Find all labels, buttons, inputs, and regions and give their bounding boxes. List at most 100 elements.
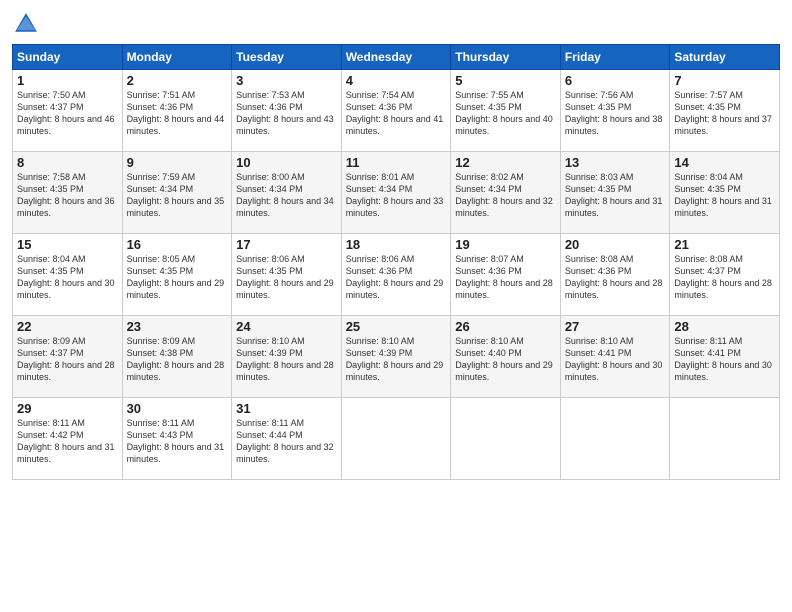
day-info: Sunrise: 8:06 AM Sunset: 4:35 PM Dayligh… — [236, 253, 337, 302]
calendar-cell: 13 Sunrise: 8:03 AM Sunset: 4:35 PM Dayl… — [560, 152, 670, 234]
sunrise-label: Sunrise: 8:07 AM — [455, 254, 524, 264]
header-row — [12, 10, 780, 38]
sunrise-label: Sunrise: 8:06 AM — [346, 254, 415, 264]
day-number: 18 — [346, 237, 447, 252]
sunrise-label: Sunrise: 7:55 AM — [455, 90, 524, 100]
calendar-header-thursday: Thursday — [451, 45, 561, 70]
day-info: Sunrise: 8:04 AM Sunset: 4:35 PM Dayligh… — [674, 171, 775, 220]
calendar-header-sunday: Sunday — [13, 45, 123, 70]
day-info: Sunrise: 8:07 AM Sunset: 4:36 PM Dayligh… — [455, 253, 556, 302]
daylight-label: Daylight: 8 hours and 30 minutes. — [17, 278, 115, 300]
sunset-label: Sunset: 4:35 PM — [565, 184, 632, 194]
sunset-label: Sunset: 4:36 PM — [127, 102, 194, 112]
calendar-header-saturday: Saturday — [670, 45, 780, 70]
sunset-label: Sunset: 4:39 PM — [236, 348, 303, 358]
calendar-header-wednesday: Wednesday — [341, 45, 451, 70]
day-info: Sunrise: 7:50 AM Sunset: 4:37 PM Dayligh… — [17, 89, 118, 138]
day-number: 26 — [455, 319, 556, 334]
calendar-week-row: 1 Sunrise: 7:50 AM Sunset: 4:37 PM Dayli… — [13, 70, 780, 152]
day-number: 3 — [236, 73, 337, 88]
main-container: SundayMondayTuesdayWednesdayThursdayFrid… — [0, 0, 792, 488]
day-number: 17 — [236, 237, 337, 252]
calendar-cell — [451, 398, 561, 480]
sunset-label: Sunset: 4:34 PM — [346, 184, 413, 194]
day-number: 5 — [455, 73, 556, 88]
daylight-label: Daylight: 8 hours and 31 minutes. — [674, 196, 772, 218]
day-info: Sunrise: 8:11 AM Sunset: 4:43 PM Dayligh… — [127, 417, 228, 466]
calendar-header-friday: Friday — [560, 45, 670, 70]
day-number: 12 — [455, 155, 556, 170]
day-number: 19 — [455, 237, 556, 252]
sunset-label: Sunset: 4:37 PM — [17, 102, 84, 112]
day-info: Sunrise: 8:09 AM Sunset: 4:38 PM Dayligh… — [127, 335, 228, 384]
day-info: Sunrise: 7:54 AM Sunset: 4:36 PM Dayligh… — [346, 89, 447, 138]
calendar-cell: 16 Sunrise: 8:05 AM Sunset: 4:35 PM Dayl… — [122, 234, 232, 316]
day-number: 9 — [127, 155, 228, 170]
day-number: 24 — [236, 319, 337, 334]
day-info: Sunrise: 7:53 AM Sunset: 4:36 PM Dayligh… — [236, 89, 337, 138]
day-info: Sunrise: 8:03 AM Sunset: 4:35 PM Dayligh… — [565, 171, 666, 220]
day-info: Sunrise: 8:04 AM Sunset: 4:35 PM Dayligh… — [17, 253, 118, 302]
calendar-cell: 14 Sunrise: 8:04 AM Sunset: 4:35 PM Dayl… — [670, 152, 780, 234]
sunrise-label: Sunrise: 8:06 AM — [236, 254, 305, 264]
calendar-cell: 25 Sunrise: 8:10 AM Sunset: 4:39 PM Dayl… — [341, 316, 451, 398]
day-info: Sunrise: 8:08 AM Sunset: 4:36 PM Dayligh… — [565, 253, 666, 302]
day-info: Sunrise: 8:06 AM Sunset: 4:36 PM Dayligh… — [346, 253, 447, 302]
sunset-label: Sunset: 4:36 PM — [346, 266, 413, 276]
sunset-label: Sunset: 4:35 PM — [674, 102, 741, 112]
day-info: Sunrise: 8:10 AM Sunset: 4:39 PM Dayligh… — [236, 335, 337, 384]
daylight-label: Daylight: 8 hours and 29 minutes. — [455, 360, 553, 382]
calendar-week-row: 29 Sunrise: 8:11 AM Sunset: 4:42 PM Dayl… — [13, 398, 780, 480]
day-info: Sunrise: 8:01 AM Sunset: 4:34 PM Dayligh… — [346, 171, 447, 220]
logo-icon — [12, 10, 40, 38]
sunset-label: Sunset: 4:36 PM — [346, 102, 413, 112]
day-number: 8 — [17, 155, 118, 170]
sunrise-label: Sunrise: 8:10 AM — [455, 336, 524, 346]
calendar-cell: 11 Sunrise: 8:01 AM Sunset: 4:34 PM Dayl… — [341, 152, 451, 234]
calendar-table: SundayMondayTuesdayWednesdayThursdayFrid… — [12, 44, 780, 480]
sunrise-label: Sunrise: 8:10 AM — [236, 336, 305, 346]
sunset-label: Sunset: 4:35 PM — [17, 184, 84, 194]
daylight-label: Daylight: 8 hours and 29 minutes. — [346, 360, 444, 382]
day-number: 31 — [236, 401, 337, 416]
day-number: 4 — [346, 73, 447, 88]
calendar-cell: 3 Sunrise: 7:53 AM Sunset: 4:36 PM Dayli… — [232, 70, 342, 152]
calendar-cell — [670, 398, 780, 480]
daylight-label: Daylight: 8 hours and 32 minutes. — [236, 442, 334, 464]
sunset-label: Sunset: 4:34 PM — [127, 184, 194, 194]
calendar-week-row: 22 Sunrise: 8:09 AM Sunset: 4:37 PM Dayl… — [13, 316, 780, 398]
sunrise-label: Sunrise: 8:05 AM — [127, 254, 196, 264]
sunrise-label: Sunrise: 8:11 AM — [127, 418, 195, 428]
sunset-label: Sunset: 4:44 PM — [236, 430, 303, 440]
sunrise-label: Sunrise: 8:01 AM — [346, 172, 415, 182]
calendar-cell: 18 Sunrise: 8:06 AM Sunset: 4:36 PM Dayl… — [341, 234, 451, 316]
calendar-cell: 9 Sunrise: 7:59 AM Sunset: 4:34 PM Dayli… — [122, 152, 232, 234]
sunset-label: Sunset: 4:35 PM — [674, 184, 741, 194]
calendar-cell: 10 Sunrise: 8:00 AM Sunset: 4:34 PM Dayl… — [232, 152, 342, 234]
sunrise-label: Sunrise: 7:59 AM — [127, 172, 196, 182]
calendar-cell: 2 Sunrise: 7:51 AM Sunset: 4:36 PM Dayli… — [122, 70, 232, 152]
sunrise-label: Sunrise: 8:04 AM — [674, 172, 743, 182]
sunset-label: Sunset: 4:42 PM — [17, 430, 84, 440]
daylight-label: Daylight: 8 hours and 28 minutes. — [127, 360, 225, 382]
day-info: Sunrise: 8:08 AM Sunset: 4:37 PM Dayligh… — [674, 253, 775, 302]
daylight-label: Daylight: 8 hours and 33 minutes. — [346, 196, 444, 218]
sunrise-label: Sunrise: 8:11 AM — [236, 418, 304, 428]
day-number: 14 — [674, 155, 775, 170]
day-number: 7 — [674, 73, 775, 88]
sunrise-label: Sunrise: 8:09 AM — [127, 336, 196, 346]
logo — [12, 10, 44, 38]
sunset-label: Sunset: 4:36 PM — [236, 102, 303, 112]
sunset-label: Sunset: 4:41 PM — [674, 348, 741, 358]
calendar-cell — [560, 398, 670, 480]
calendar-cell: 27 Sunrise: 8:10 AM Sunset: 4:41 PM Dayl… — [560, 316, 670, 398]
daylight-label: Daylight: 8 hours and 40 minutes. — [455, 114, 553, 136]
sunset-label: Sunset: 4:38 PM — [127, 348, 194, 358]
sunset-label: Sunset: 4:35 PM — [17, 266, 84, 276]
day-number: 2 — [127, 73, 228, 88]
daylight-label: Daylight: 8 hours and 36 minutes. — [17, 196, 115, 218]
daylight-label: Daylight: 8 hours and 37 minutes. — [674, 114, 772, 136]
day-number: 25 — [346, 319, 447, 334]
daylight-label: Daylight: 8 hours and 29 minutes. — [346, 278, 444, 300]
daylight-label: Daylight: 8 hours and 43 minutes. — [236, 114, 334, 136]
